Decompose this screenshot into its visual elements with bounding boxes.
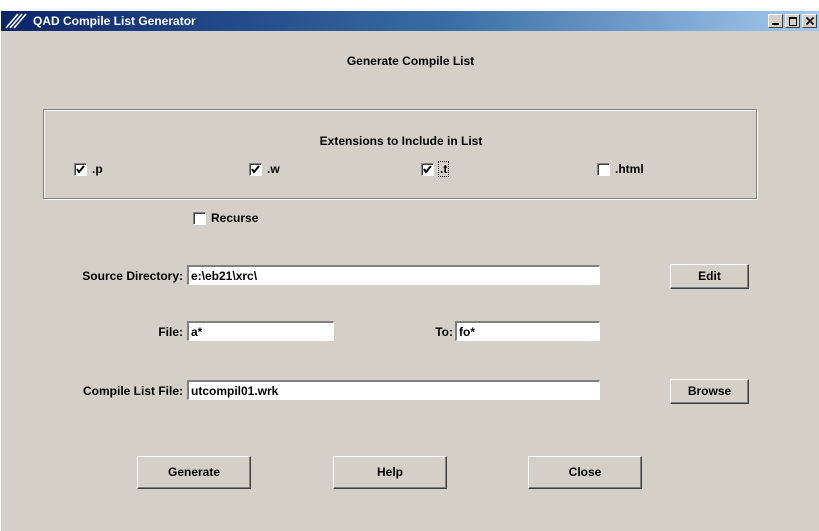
- edit-button[interactable]: Edit: [670, 264, 749, 289]
- app-window: QAD Compile List Generator Generate Comp…: [0, 10, 819, 531]
- browse-button-label: Browse: [687, 384, 732, 398]
- to-label: To:: [435, 325, 453, 339]
- check-icon: [251, 165, 260, 174]
- source-directory-label: Source Directory:: [82, 269, 183, 283]
- compile-list-file-input[interactable]: utcompil01.wrk: [187, 380, 600, 400]
- checkbox-box[interactable]: [74, 163, 87, 176]
- checkbox-box[interactable]: [249, 163, 262, 176]
- page-title: Generate Compile List: [346, 54, 475, 68]
- checkbox-ext-t-label: .t: [437, 161, 450, 177]
- generate-button[interactable]: Generate: [137, 456, 251, 489]
- checkbox-ext-html-label: .html: [615, 162, 644, 176]
- extensions-group: Extensions to Include in List .p .w .t .…: [43, 109, 757, 199]
- checkbox-recurse-label: Recurse: [211, 211, 259, 225]
- help-button[interactable]: Help: [333, 456, 447, 489]
- generate-button-label: Generate: [167, 465, 221, 479]
- check-icon: [76, 165, 85, 174]
- help-button-label: Help: [376, 465, 403, 479]
- close-button-label: Close: [568, 465, 602, 479]
- maximize-button[interactable]: [785, 14, 800, 28]
- checkbox-ext-w-label: .w: [267, 162, 280, 176]
- to-input[interactable]: fo*: [455, 321, 600, 341]
- close-button[interactable]: Close: [528, 456, 642, 489]
- browse-button[interactable]: Browse: [670, 379, 749, 404]
- source-directory-input[interactable]: e:\eb21\xrc\: [187, 265, 600, 285]
- checkbox-ext-p-label: .p: [92, 162, 103, 176]
- app-icon: [5, 13, 27, 29]
- file-label: File:: [158, 325, 183, 339]
- close-icon: [805, 16, 815, 26]
- checkbox-box[interactable]: [597, 163, 610, 176]
- checkbox-box[interactable]: [421, 163, 434, 176]
- compile-list-file-label: Compile List File:: [82, 384, 183, 398]
- window-title: QAD Compile List Generator: [33, 14, 196, 28]
- check-icon: [423, 165, 432, 174]
- file-input[interactable]: a*: [187, 321, 334, 341]
- close-window-button[interactable]: [802, 14, 817, 28]
- edit-button-label: Edit: [698, 269, 721, 283]
- title-bar[interactable]: QAD Compile List Generator: [1, 11, 819, 31]
- checkbox-box[interactable]: [193, 212, 206, 225]
- minimize-button[interactable]: [768, 14, 783, 28]
- extensions-group-title: Extensions to Include in List: [319, 134, 483, 148]
